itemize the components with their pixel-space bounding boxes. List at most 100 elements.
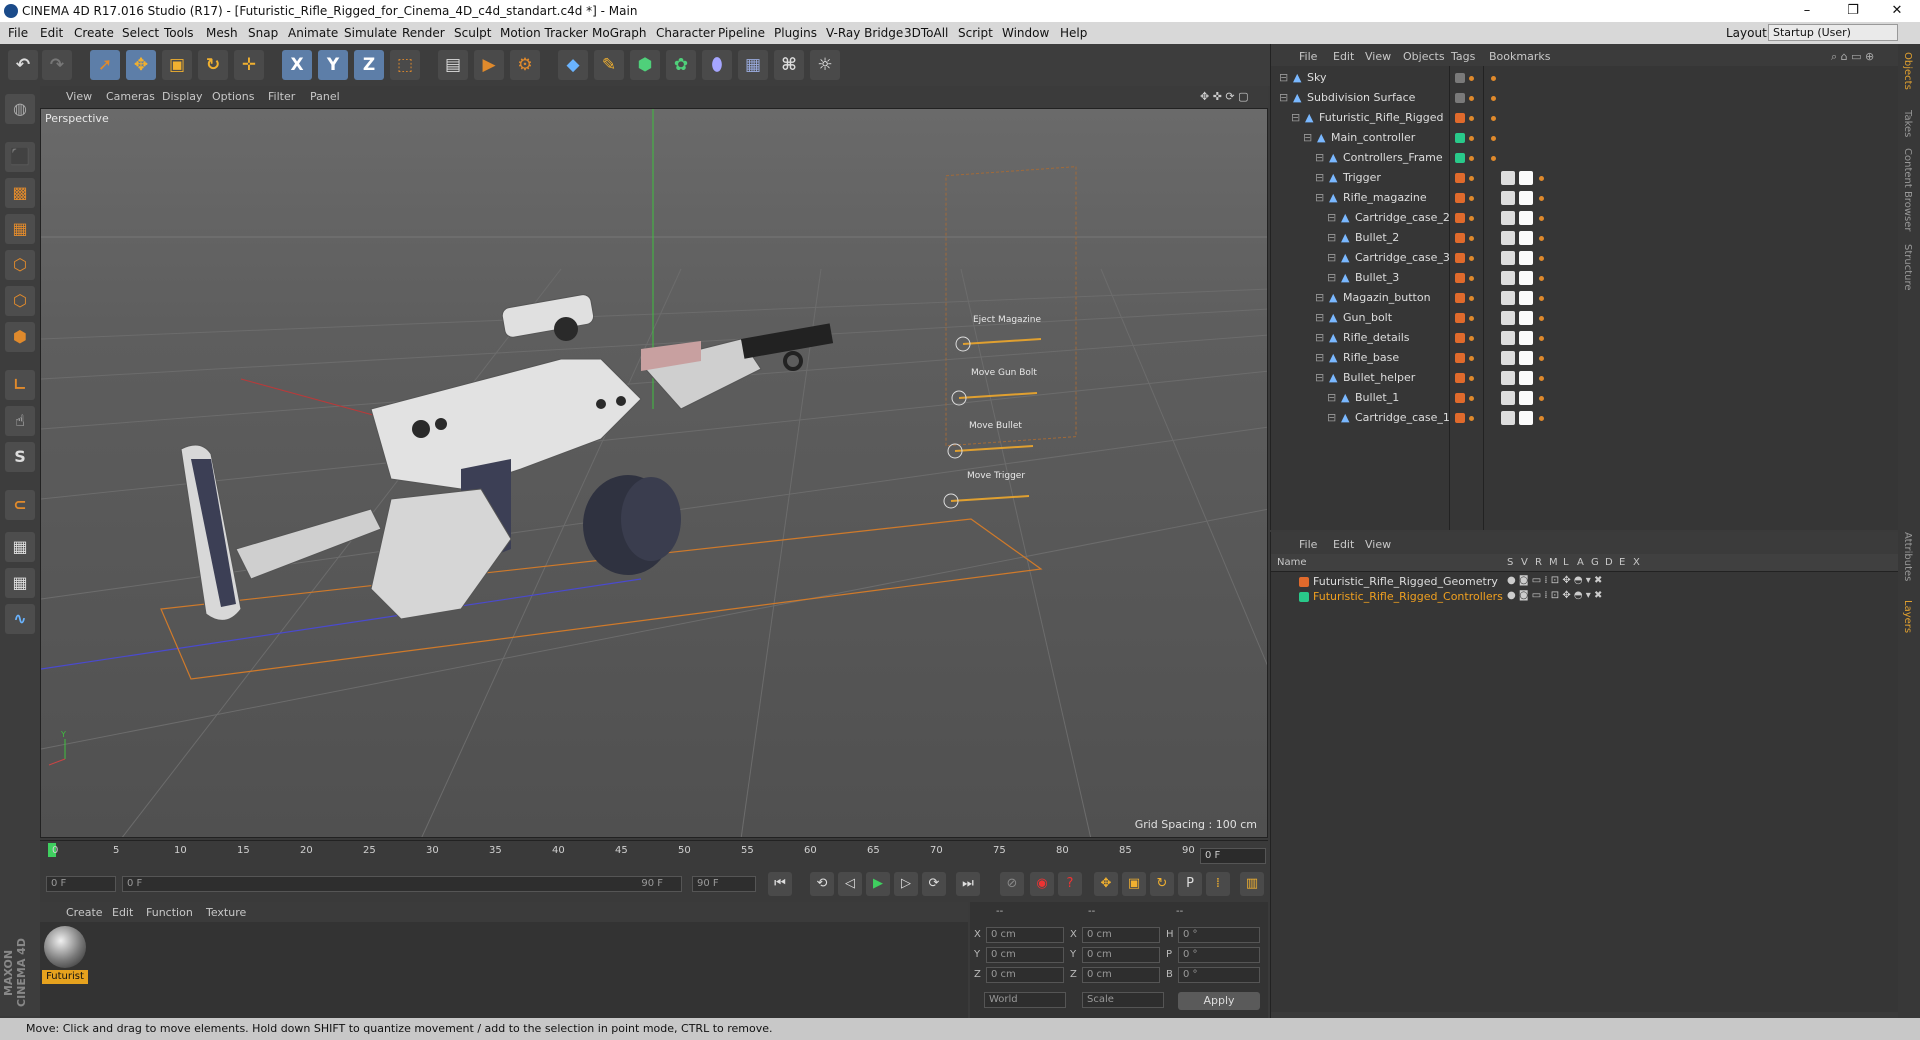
- rot-h-field[interactable]: 0 °: [1178, 927, 1260, 943]
- object-row[interactable]: ⊟ ▲ Sky: [1271, 68, 1899, 88]
- expand-icon[interactable]: ⊟: [1327, 211, 1336, 224]
- layer-color-icon[interactable]: [1455, 273, 1465, 283]
- menu-motion-tracker[interactable]: Motion Tracker: [500, 26, 588, 40]
- om-search-icon[interactable]: ⌕ ⌂ ▭ ⊕: [1831, 50, 1874, 64]
- deformer-icon[interactable]: ⬮: [702, 50, 732, 80]
- menu-character[interactable]: Character: [656, 26, 715, 40]
- edges-mode-icon[interactable]: ⬡: [5, 286, 35, 316]
- keyframe-icon[interactable]: ⊘: [1000, 872, 1024, 896]
- layer-row[interactable]: Futuristic_Rifle_Rigged_Controllers ● ◙ ▭…: [1271, 589, 1899, 604]
- close-button[interactable]: ✕: [1874, 0, 1920, 22]
- texture-tag-icon[interactable]: [1519, 331, 1533, 345]
- pos-z-field[interactable]: 0 cm: [986, 967, 1064, 983]
- visibility-dot-icon[interactable]: [1469, 136, 1474, 141]
- pen-icon[interactable]: ✎: [594, 50, 624, 80]
- menu-render[interactable]: Render: [402, 26, 445, 40]
- visibility-dot-icon[interactable]: [1469, 76, 1474, 81]
- layer-color-icon[interactable]: [1455, 373, 1465, 383]
- tag-dot-icon[interactable]: [1539, 296, 1544, 301]
- expand-icon[interactable]: ⊟: [1327, 251, 1336, 264]
- texture-tag-icon[interactable]: [1519, 351, 1533, 365]
- menu-script[interactable]: Script: [958, 26, 993, 40]
- current-frame-field[interactable]: 0 F: [1200, 848, 1266, 864]
- rot-b-field[interactable]: 0 °: [1178, 967, 1260, 983]
- lm-menu-file[interactable]: File: [1299, 538, 1317, 551]
- expand-icon[interactable]: ⊟: [1315, 191, 1324, 204]
- layer-color-swatch[interactable]: [1299, 577, 1309, 587]
- expand-icon[interactable]: ⊟: [1327, 231, 1336, 244]
- visibility-dot-icon[interactable]: [1469, 156, 1474, 161]
- lm-menu-view[interactable]: View: [1365, 538, 1391, 551]
- menu-pipeline[interactable]: Pipeline: [718, 26, 765, 40]
- object-name[interactable]: Cartridge_case_1: [1355, 411, 1450, 424]
- z-axis-icon[interactable]: Z: [354, 50, 384, 80]
- expand-icon[interactable]: ⊟: [1315, 371, 1324, 384]
- layer-color-icon[interactable]: [1455, 353, 1465, 363]
- material-tag-icon[interactable]: [1501, 251, 1515, 265]
- layer-color-icon[interactable]: [1455, 313, 1465, 323]
- visibility-dot-icon[interactable]: [1469, 296, 1474, 301]
- x-axis-icon[interactable]: X: [282, 50, 312, 80]
- layer-color-icon[interactable]: [1455, 93, 1465, 103]
- rotate-icon[interactable]: ↻: [198, 50, 228, 80]
- material-menu-texture[interactable]: Texture: [206, 906, 246, 919]
- layer-name[interactable]: Futuristic_Rifle_Rigged_Controllers: [1313, 590, 1503, 603]
- viewport-menu-cameras[interactable]: Cameras: [106, 90, 155, 103]
- layer-color-icon[interactable]: [1455, 413, 1465, 423]
- key-pla-icon[interactable]: ⁞: [1206, 872, 1230, 896]
- tag-dot-icon[interactable]: [1539, 376, 1544, 381]
- size-mode-dropdown[interactable]: Scale: [1082, 992, 1164, 1008]
- menu-help[interactable]: Help: [1060, 26, 1087, 40]
- tag-dot-icon[interactable]: [1539, 356, 1544, 361]
- side-tab-structure[interactable]: Structure: [1902, 244, 1913, 291]
- expand-icon[interactable]: ⊟: [1315, 331, 1324, 344]
- object-row[interactable]: ⊟ ▲ Rifle_details: [1271, 328, 1899, 348]
- object-mode-icon[interactable]: ⬛: [5, 142, 35, 172]
- texture-tag-icon[interactable]: [1519, 411, 1533, 425]
- menu-window[interactable]: Window: [1002, 26, 1049, 40]
- expand-icon[interactable]: ⊟: [1315, 151, 1324, 164]
- material-tag-icon[interactable]: [1501, 331, 1515, 345]
- y-axis-icon[interactable]: Y: [318, 50, 348, 80]
- material-menu-function[interactable]: Function: [146, 906, 193, 919]
- expand-icon[interactable]: ⊟: [1327, 271, 1336, 284]
- world-coord-icon[interactable]: ⬚: [390, 50, 420, 80]
- layer-color-icon[interactable]: [1455, 153, 1465, 163]
- object-row[interactable]: ⊟ ▲ Main_controller: [1271, 128, 1899, 148]
- layer-color-icon[interactable]: [1455, 333, 1465, 343]
- object-name[interactable]: Controllers_Frame: [1343, 151, 1443, 164]
- menu-create[interactable]: Create: [74, 26, 114, 40]
- magnet-icon[interactable]: ⊂: [5, 490, 35, 520]
- material-tag-icon[interactable]: [1501, 211, 1515, 225]
- tag-dot-icon[interactable]: [1539, 176, 1544, 181]
- model-mode-icon[interactable]: ◍: [5, 94, 35, 124]
- texture-mode-icon[interactable]: ▩: [5, 178, 35, 208]
- lock-workplane-icon[interactable]: ▦: [5, 532, 35, 562]
- size-z-field[interactable]: 0 cm: [1082, 967, 1160, 983]
- perspective-viewport[interactable]: Eject Magazine Move Gun Bolt Move Bullet…: [40, 108, 1268, 838]
- tag-dot-icon[interactable]: [1539, 316, 1544, 321]
- render-picture-icon[interactable]: ▶: [474, 50, 504, 80]
- expand-icon[interactable]: ⊟: [1327, 411, 1336, 424]
- rot-p-field[interactable]: 0 °: [1178, 947, 1260, 963]
- go-to-end-icon[interactable]: ⏭: [956, 872, 980, 896]
- texture-tag-icon[interactable]: [1519, 231, 1533, 245]
- object-row[interactable]: ⊟ ▲ Futuristic_Rifle_Rigged: [1271, 108, 1899, 128]
- expand-icon[interactable]: ⊟: [1327, 391, 1336, 404]
- expand-icon[interactable]: ⊟: [1315, 311, 1324, 324]
- menu-animate[interactable]: Animate: [288, 26, 338, 40]
- tag-dot-icon[interactable]: [1539, 396, 1544, 401]
- object-name[interactable]: Cartridge_case_2: [1355, 211, 1450, 224]
- material-name[interactable]: Futurist: [42, 970, 88, 984]
- visibility-dot-icon[interactable]: [1469, 196, 1474, 201]
- subdivide-icon[interactable]: ⬢: [630, 50, 660, 80]
- object-row[interactable]: ⊟ ▲ Rifle_base: [1271, 348, 1899, 368]
- layer-name[interactable]: Futuristic_Rifle_Rigged_Geometry: [1313, 575, 1498, 588]
- tag-dot-icon[interactable]: [1539, 416, 1544, 421]
- object-row[interactable]: ⊟ ▲ Trigger: [1271, 168, 1899, 188]
- cube-icon[interactable]: ◆: [558, 50, 588, 80]
- move-icon[interactable]: ✥: [126, 50, 156, 80]
- size-x-field[interactable]: 0 cm: [1082, 927, 1160, 943]
- material-tag-icon[interactable]: [1501, 371, 1515, 385]
- menu-3dtoall[interactable]: 3DToAll: [904, 26, 948, 40]
